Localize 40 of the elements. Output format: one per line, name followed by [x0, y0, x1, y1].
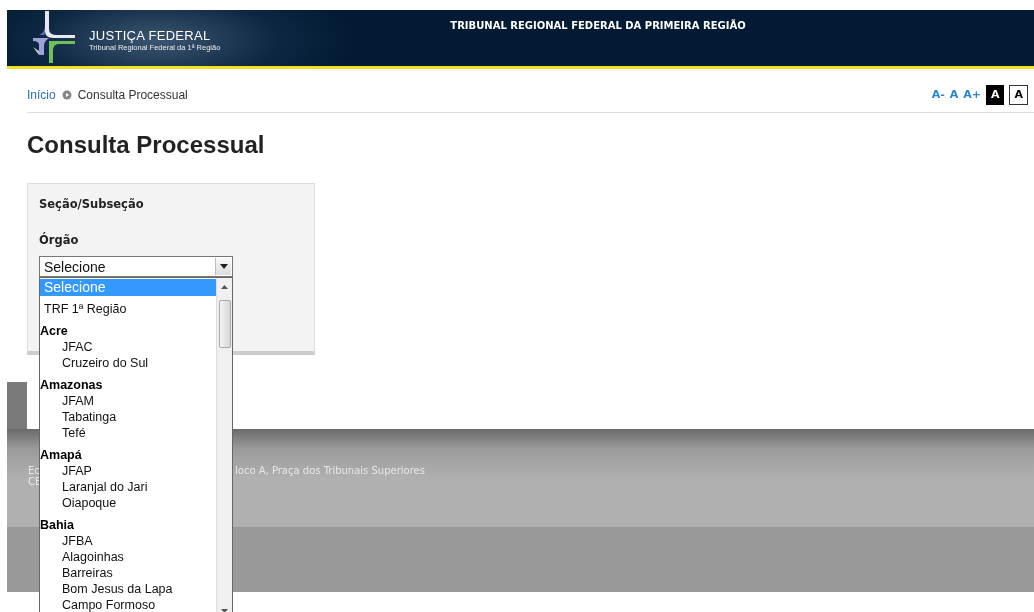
dropdown-option[interactable]: JFAM [40, 393, 216, 409]
dropdown-option[interactable]: Cruzeiro do Sul [40, 355, 216, 371]
scroll-up-icon [221, 285, 228, 289]
breadcrumb-link[interactable]: Início [27, 88, 56, 102]
dropdown-option[interactable]: JFAC [40, 339, 216, 355]
logo-title: JUSTIÇA FEDERAL [89, 29, 212, 43]
caret-icon [219, 264, 228, 269]
dropdown-option[interactable]: Alagoinhas [40, 549, 216, 565]
scroll-thumb[interactable] [218, 300, 231, 348]
contrast-button[interactable]: A [985, 85, 1005, 105]
field-label: Órgão [39, 233, 80, 247]
dropdown-option[interactable]: Bom Jesus da Lapa [40, 581, 216, 597]
option-group-label[interactable]: Amazonas [40, 377, 216, 393]
option-group-label[interactable]: Acre [40, 323, 216, 339]
font-size-button[interactable]: A- [931, 88, 945, 102]
dropdown-option[interactable]: JFBA [40, 533, 216, 549]
scrollbar[interactable] [216, 278, 232, 612]
logo-icon [31, 11, 77, 63]
scroll-down-icon [221, 609, 228, 612]
dropdown-option[interactable]: Laranjal do Jari [40, 479, 216, 495]
section-title: Seção/Subseção [39, 197, 145, 211]
footer-text: Ec [28, 465, 40, 476]
page-title: Consulta Processual [27, 131, 266, 159]
dropdown-option[interactable]: JFAP [40, 463, 216, 479]
option-group-label[interactable]: Bahia [40, 517, 216, 533]
font-size-button[interactable]: A [949, 88, 959, 102]
dropdown-option[interactable]: Campo Formoso [40, 597, 216, 612]
font-size-button[interactable]: A+ [963, 88, 981, 102]
option-group-label[interactable]: Amapá [40, 447, 216, 463]
select-field[interactable]: Selecione [39, 256, 233, 277]
dropdown-option[interactable]: Tabatinga [40, 409, 216, 425]
dropdown-option[interactable]: Tefé [40, 425, 216, 441]
footer-text: loco A, Praça dos Tribunais Superiores [235, 465, 425, 476]
dropdown-option[interactable]: TRF 1ª Região [40, 301, 216, 317]
dropdown-option[interactable]: Oiapoque [40, 495, 216, 511]
site-title: TRIBUNAL REGIONAL FEDERAL DA PRIMEIRA REGIÃO [450, 20, 746, 31]
dropdown-option[interactable]: Barreiras [40, 565, 216, 581]
contrast-button[interactable]: A [1009, 85, 1028, 105]
breadcrumb-current: Consulta Processual [77, 88, 188, 102]
chevron-icon [61, 90, 72, 100]
